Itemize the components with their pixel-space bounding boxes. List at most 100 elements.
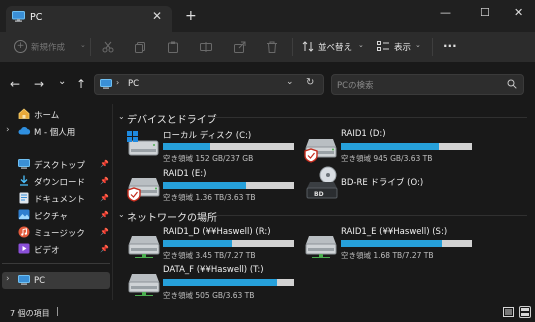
more-options-button[interactable]: ···	[443, 39, 457, 53]
pin-icon[interactable]: 📌	[100, 245, 109, 253]
sidebar-item-downloads[interactable]: ダウンロード 📌	[0, 173, 110, 191]
sidebar-item-documents[interactable]: ドキュメント 📌	[0, 190, 110, 208]
rename-button[interactable]	[200, 41, 212, 53]
item-count: 7 個の項目	[10, 309, 50, 318]
capacity-bar-fill	[341, 240, 442, 247]
chevron-right-icon[interactable]: ›	[6, 274, 10, 284]
sidebar-item-onedrive[interactable]: › M - 個人用	[0, 123, 110, 141]
close-button[interactable]: ✕	[514, 6, 523, 19]
chevron-down-icon: ⌄	[80, 41, 86, 49]
chevron-down-icon: ⌄	[358, 41, 364, 49]
details-view-button[interactable]	[503, 307, 514, 317]
pin-icon[interactable]: 📌	[100, 211, 109, 219]
cloud-icon	[18, 127, 31, 135]
tiles-view-icon	[521, 308, 529, 316]
share-icon	[234, 41, 246, 53]
sidebar-item-videos[interactable]: ビデオ 📌	[0, 241, 110, 259]
breadcrumb-pc[interactable]: PC	[128, 79, 139, 89]
pin-icon[interactable]: 📌	[100, 177, 109, 185]
search-input[interactable]: PCの検索	[337, 79, 374, 91]
scissors-icon	[102, 41, 114, 53]
sort-button-label: 並べ替え	[318, 43, 353, 53]
chevron-right-icon[interactable]: ›	[6, 125, 10, 135]
hard-drive-icon	[304, 139, 337, 163]
network-drive-icon	[305, 236, 337, 258]
capacity-bar	[163, 240, 294, 247]
collapse-chevron-icon[interactable]: ⌄	[118, 210, 125, 219]
pin-icon[interactable]: 📌	[100, 160, 109, 168]
sidebar-item-label: PC	[34, 276, 46, 286]
capacity-bar	[163, 143, 294, 150]
view-list-icon	[377, 41, 389, 51]
drive-name: ローカル ディスク (C:)	[163, 131, 252, 141]
address-dropdown-icon[interactable]: ⌄	[286, 77, 294, 87]
sidebar-divider	[112, 104, 113, 300]
sidebar-item-label: ビデオ	[34, 246, 60, 256]
capacity-bar-fill	[341, 143, 440, 150]
share-button[interactable]	[234, 41, 246, 53]
chevron-down-icon: ⌄	[415, 41, 421, 49]
sidebar-item-label: ダウンロード	[34, 178, 86, 188]
pin-icon[interactable]: 📌	[100, 228, 109, 236]
toolbar-divider	[432, 38, 433, 56]
capacity-bar	[341, 240, 472, 247]
drive-name: RAID1_E (¥¥Haswell) (S:)	[341, 227, 448, 237]
desktop-icon	[18, 159, 30, 169]
network-drive-icon	[128, 236, 160, 258]
group-devices-title[interactable]: デバイスとドライブ	[127, 111, 217, 126]
sidebar-item-label: ドキュメント	[34, 195, 86, 205]
drive-name: RAID1_D (¥¥Haswell) (R:)	[163, 227, 271, 237]
capacity-bar-fill	[163, 182, 246, 189]
computer-icon	[12, 11, 25, 22]
sidebar-item-desktop[interactable]: デスクトップ 📌	[0, 156, 110, 174]
delete-button[interactable]	[266, 41, 278, 53]
up-button[interactable]: ↑	[76, 77, 86, 91]
drive-free-space: 空き領域 1.36 TB/3.63 TB	[163, 193, 256, 202]
pictures-icon	[18, 209, 30, 220]
breadcrumb-separator-icon: ›	[116, 78, 120, 87]
tab-close-button[interactable]: ✕	[152, 9, 162, 23]
rename-icon	[200, 42, 212, 52]
group-divider	[212, 117, 527, 118]
back-button[interactable]: ←	[10, 77, 20, 91]
pin-icon[interactable]: 📌	[100, 194, 109, 202]
refresh-button[interactable]: ↻	[306, 77, 314, 88]
computer-icon	[18, 275, 30, 285]
sidebar-item-label: デスクトップ	[34, 161, 86, 171]
maximize-button[interactable]: ☐	[480, 6, 490, 19]
sidebar-item-label: ミュージック	[34, 229, 85, 239]
new-button-label: 新規作成	[31, 43, 66, 53]
sidebar-item-pictures[interactable]: ピクチャ 📌	[0, 207, 110, 225]
sidebar-item-label: ピクチャ	[34, 212, 68, 222]
sidebar-item-home[interactable]: ホーム	[0, 106, 110, 124]
capacity-bar	[163, 279, 294, 286]
clipboard-icon	[168, 41, 178, 53]
capacity-bar	[341, 143, 472, 150]
collapse-chevron-icon[interactable]: ⌄	[118, 112, 125, 121]
group-divider	[212, 215, 527, 216]
sidebar-item-label: M - 個人用	[34, 128, 76, 138]
new-tab-button[interactable]: +	[185, 8, 197, 24]
capacity-bar-fill	[163, 279, 277, 286]
sidebar-item-music[interactable]: ミュージック 📌	[0, 224, 110, 242]
copy-button[interactable]	[134, 41, 146, 53]
capacity-bar-fill	[163, 143, 211, 150]
recent-locations-button[interactable]: ⌄	[58, 76, 66, 87]
sidebar-separator	[2, 263, 110, 264]
minimize-button[interactable]: —	[440, 6, 451, 19]
paste-button[interactable]	[167, 41, 179, 53]
toolbar-divider	[292, 38, 293, 56]
status-separator: |	[56, 307, 60, 317]
trash-icon	[267, 41, 277, 53]
tiles-view-button[interactable]	[519, 306, 531, 318]
drive-free-space: 空き領域 945 GB/3.63 TB	[341, 154, 433, 163]
forward-button[interactable]: →	[34, 77, 44, 91]
plus-circle-icon: +	[14, 40, 27, 53]
cut-button[interactable]	[102, 41, 114, 53]
group-network-title[interactable]: ネットワークの場所	[127, 209, 217, 224]
capacity-bar	[163, 182, 294, 189]
bd-drive-icon: BD	[306, 166, 338, 199]
local-disk-icon	[127, 131, 159, 156]
drive-free-space: 空き領域 152 GB/237 GB	[163, 154, 254, 163]
computer-icon	[100, 79, 112, 89]
